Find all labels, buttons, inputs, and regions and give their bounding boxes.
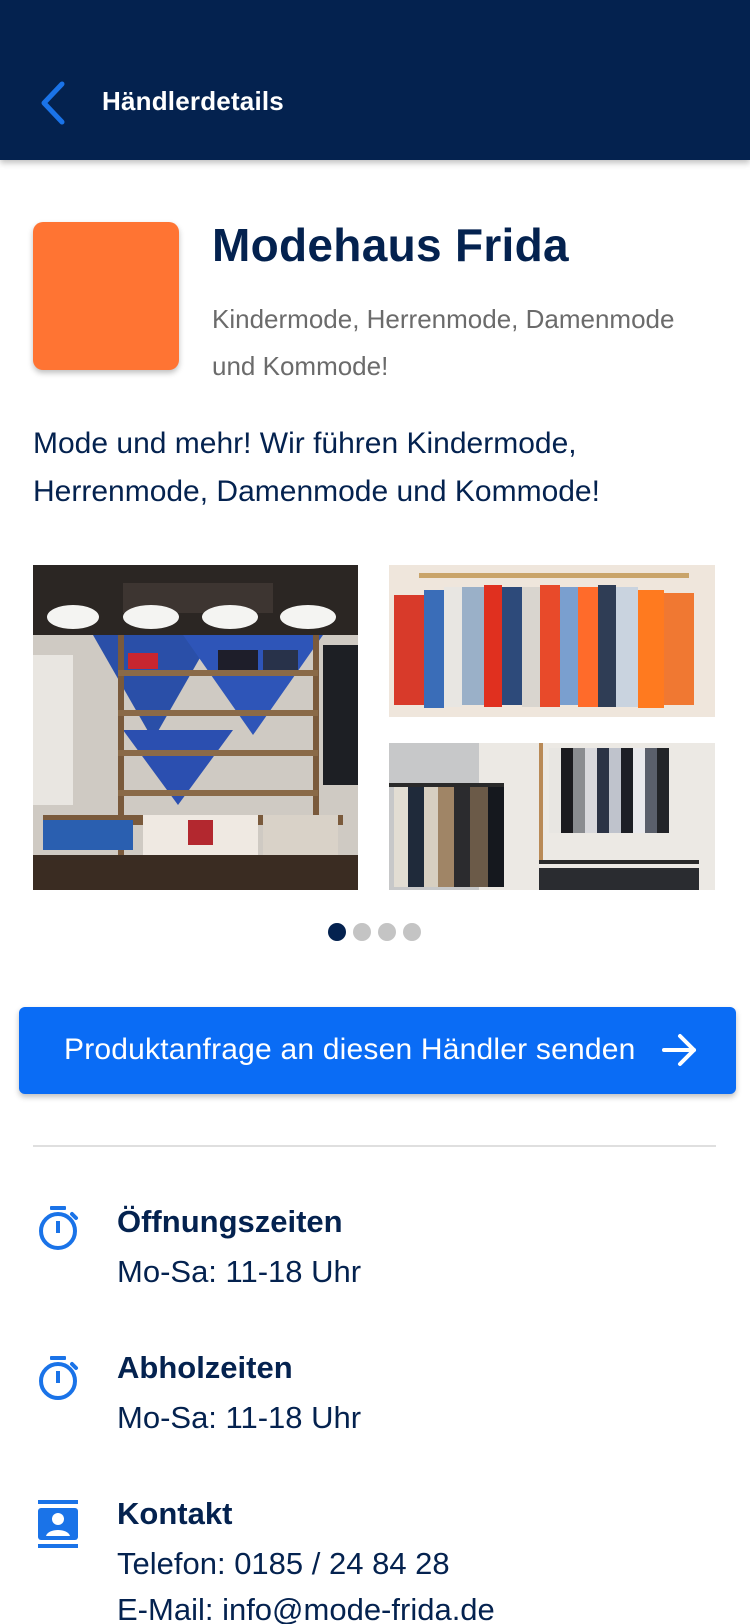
opening-hours-title: Öffnungszeiten — [117, 1204, 343, 1239]
pager-dot-1[interactable] — [328, 923, 346, 941]
merchant-description: Mode und mehr! Wir führen Kindermode, He… — [33, 427, 600, 508]
gallery-image-clothing-rail[interactable] — [389, 743, 715, 890]
product-request-label: Produktanfrage an diesen Händler senden — [64, 1033, 636, 1066]
pager-dot-4[interactable] — [403, 923, 421, 941]
gallery-image-store-interior[interactable] — [33, 565, 358, 890]
carousel-pager — [328, 923, 421, 941]
merchant-logo — [33, 222, 179, 370]
page-title: Händlerdetails — [102, 86, 284, 116]
pickup-hours-title: Abholzeiten — [117, 1350, 293, 1385]
stopwatch-icon — [39, 1206, 78, 1250]
section-divider — [33, 1145, 716, 1147]
stopwatch-icon — [39, 1356, 78, 1400]
store-interior-photo — [33, 565, 358, 890]
contact-phone[interactable]: Telefon: 0185 / 24 84 28 — [117, 1546, 450, 1582]
merchant-name: Modehaus Frida — [212, 219, 569, 271]
pager-dot-3[interactable] — [378, 923, 396, 941]
gallery-image-clothing-rack[interactable] — [389, 565, 715, 717]
back-button[interactable] — [36, 80, 70, 126]
clothing-rack-photo — [389, 565, 715, 717]
contact-title: Kontakt — [117, 1496, 233, 1531]
contact-email[interactable]: E-Mail: info@mode-frida.de — [117, 1592, 495, 1624]
merchant-tagline: Kindermode, Herrenmode, Damenmode und Ko… — [212, 304, 675, 381]
arrow-right-icon — [662, 1034, 696, 1066]
chevron-left-icon — [41, 81, 65, 125]
contact-card-icon — [38, 1500, 78, 1548]
pickup-hours-value: Mo-Sa: 11-18 Uhr — [117, 1400, 362, 1435]
clothing-rail-photo — [389, 743, 715, 890]
app-bar: Händlerdetails — [0, 0, 750, 160]
opening-hours-value: Mo-Sa: 11-18 Uhr — [117, 1254, 362, 1289]
product-request-button[interactable]: Produktanfrage an diesen Händler senden — [19, 1007, 736, 1094]
pager-dot-2[interactable] — [353, 923, 371, 941]
